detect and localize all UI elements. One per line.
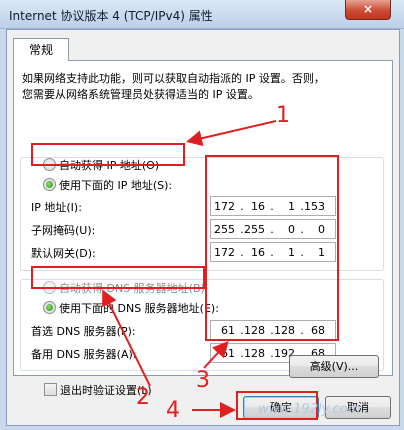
- tcpip-properties-dialog: Internet 协议版本 4 (TCP/IPv4) 属性 × 常规 如果网络支…: [0, 0, 404, 430]
- annotation-arrows: [102, 120, 277, 418]
- annotation-number-2: 2: [136, 385, 150, 410]
- annotation-number-3: 3: [196, 368, 210, 393]
- watermark: www.192ly.com: [258, 402, 361, 417]
- annotation-number-1: 1: [276, 103, 290, 128]
- arrow-2: [102, 289, 151, 387]
- annotation-number-4: 4: [166, 398, 180, 423]
- arrow-3: [203, 341, 229, 369]
- tab-general[interactable]: 常规: [13, 38, 69, 61]
- arrow-1: [186, 120, 277, 147]
